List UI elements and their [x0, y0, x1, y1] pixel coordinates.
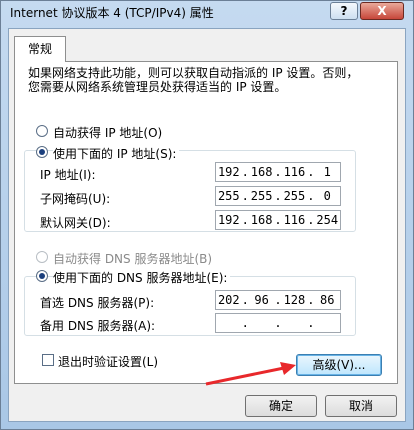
gateway-octet-2: 168	[250, 213, 273, 227]
ip-address-label: IP 地址(I):	[40, 168, 96, 182]
ip-address-field[interactable]: 192. 168. 116. 1	[215, 162, 341, 182]
ok-button[interactable]: 确定	[245, 395, 317, 417]
subnet-mask-label: 子网掩码(U):	[40, 192, 111, 206]
close-button[interactable]: X	[360, 2, 404, 20]
mask-octet-2: 255	[250, 189, 273, 203]
gateway-octet-3: 116	[283, 213, 306, 227]
radio-auto-ip[interactable]	[36, 125, 48, 137]
ip-octet-2: 168	[250, 165, 273, 179]
radio-manual-ip-label: 使用下面的 IP 地址(S):	[53, 145, 180, 162]
radio-auto-ip-label: 自动获得 IP 地址(O)	[53, 126, 163, 140]
pdns-octet-3: 128	[283, 293, 306, 307]
radio-manual-dns-label: 使用下面的 DNS 服务器地址(E):	[53, 269, 231, 286]
advanced-button[interactable]: 高级(V)...	[296, 354, 382, 376]
radio-manual-ip[interactable]	[36, 146, 48, 158]
intro-line-1: 如果网络支持此功能，则可以获取自动指派的 IP 设置。否则，	[28, 66, 359, 80]
alternate-dns-field[interactable]: . . .	[215, 313, 341, 333]
mask-octet-4: 0	[323, 189, 331, 203]
annotation-arrow-icon	[205, 362, 296, 386]
pdns-octet-2: 96	[254, 293, 269, 307]
preferred-dns-field[interactable]: 202. 96. 128. 86	[215, 290, 341, 310]
mask-octet-3: 255	[283, 189, 306, 203]
ip-octet-1: 192	[217, 165, 240, 179]
ip-octet-4: 1	[323, 165, 331, 179]
radio-auto-dns	[36, 251, 48, 263]
preferred-dns-label: 首选 DNS 服务器(P):	[40, 296, 155, 310]
tab-general[interactable]: 常规	[14, 36, 66, 62]
cancel-button[interactable]: 取消	[325, 395, 397, 417]
ip-octet-3: 116	[283, 165, 306, 179]
subnet-mask-field[interactable]: 255. 255. 255. 0	[215, 186, 341, 206]
pdns-octet-4: 86	[320, 293, 335, 307]
window-title: Internet 协议版本 4 (TCP/IPv4) 属性	[10, 6, 214, 20]
radio-manual-dns[interactable]	[36, 270, 48, 282]
validate-checkbox-label: 退出时验证设置(L)	[58, 355, 159, 369]
validate-checkbox[interactable]	[42, 354, 54, 366]
pdns-octet-1: 202	[217, 293, 240, 307]
intro-line-2: 您需要从网络系统管理员处获得适当的 IP 设置。	[28, 80, 287, 94]
radio-auto-dns-label: 自动获得 DNS 服务器地址(B)	[53, 252, 213, 266]
alternate-dns-label: 备用 DNS 服务器(A):	[40, 319, 156, 333]
gateway-octet-1: 192	[217, 213, 240, 227]
mask-octet-1: 255	[217, 189, 240, 203]
gateway-octet-4: 254	[316, 213, 339, 227]
intro-text: 如果网络支持此功能，则可以获取自动指派的 IP 设置。否则， 您需要从网络系统管…	[28, 66, 378, 94]
default-gateway-field[interactable]: 192. 168. 116. 254	[215, 210, 341, 230]
help-button[interactable]: ?	[330, 2, 358, 20]
default-gateway-label: 默认网关(D):	[40, 216, 111, 230]
